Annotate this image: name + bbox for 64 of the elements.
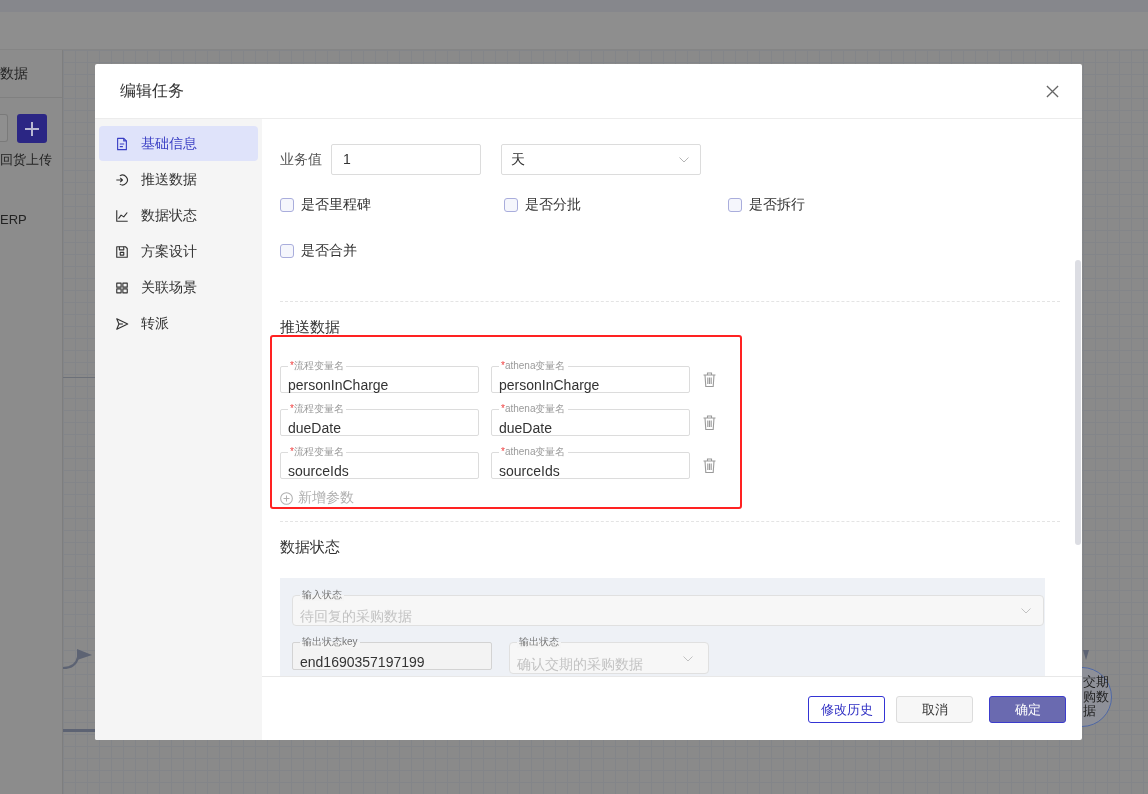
node-label: 据 bbox=[1083, 704, 1097, 719]
field-label: 输入状态 bbox=[300, 589, 344, 601]
checkbox-label[interactable]: 是否里程碑 bbox=[301, 196, 371, 214]
panel-title: 数据 bbox=[0, 50, 62, 98]
input-field[interactable]: *流程变量名 personInCharge bbox=[280, 360, 479, 393]
dialog-title: 编辑任务 bbox=[120, 80, 184, 101]
save-icon bbox=[115, 244, 129, 259]
nav-item[interactable]: 方案设计 bbox=[99, 234, 258, 269]
node-label: 购数 bbox=[1083, 689, 1109, 704]
cancel-button[interactable]: 取消 bbox=[896, 696, 973, 723]
section-heading: 数据状态 bbox=[280, 537, 341, 557]
node-label: 交期 bbox=[1083, 675, 1109, 690]
field-label: *流程变量名 bbox=[288, 360, 346, 372]
field-label: *流程变量名 bbox=[288, 403, 346, 415]
nav-item[interactable]: 基础信息 bbox=[99, 126, 258, 161]
field-label: *athena变量名 bbox=[499, 360, 568, 372]
checkbox[interactable] bbox=[728, 198, 742, 212]
input-field[interactable]: *流程变量名 dueDate bbox=[280, 403, 479, 436]
input-field[interactable]: *athena变量名 dueDate bbox=[491, 403, 690, 436]
field-label: *流程变量名 bbox=[288, 446, 346, 458]
connector-line bbox=[63, 729, 95, 732]
input-field[interactable]: 输出状态key end1690357197199 bbox=[292, 636, 492, 670]
field-label: *athena变量名 bbox=[499, 446, 568, 458]
checkbox[interactable] bbox=[504, 198, 518, 212]
input-field[interactable]: *athena变量名 sourceIds bbox=[491, 446, 690, 479]
enter-arrow-icon bbox=[115, 172, 129, 187]
field-label: 输出状态 bbox=[517, 636, 561, 648]
field-label: *athena变量名 bbox=[499, 403, 568, 415]
chevron-down-icon bbox=[679, 156, 689, 163]
input-field[interactable]: *athena变量名 personInCharge bbox=[491, 360, 690, 393]
unit-select[interactable]: 天 bbox=[501, 144, 701, 175]
checkbox-label[interactable]: 是否分批 bbox=[525, 196, 581, 214]
line-chart-icon bbox=[115, 208, 129, 223]
document-icon bbox=[115, 136, 129, 151]
plus-icon bbox=[25, 121, 39, 136]
checkbox[interactable] bbox=[280, 244, 294, 258]
nav-item[interactable]: 转派 bbox=[99, 306, 258, 341]
connector-arrow bbox=[63, 646, 93, 670]
grid-icon bbox=[115, 280, 129, 295]
close-icon[interactable] bbox=[1046, 84, 1059, 98]
checkbox-label[interactable]: 是否拆行 bbox=[749, 196, 805, 214]
nav-item[interactable]: 推送数据 bbox=[99, 162, 258, 197]
checkbox-label[interactable]: 是否合并 bbox=[301, 242, 357, 260]
field-label: 输出状态key bbox=[300, 636, 360, 648]
input-field[interactable]: 1 bbox=[331, 144, 481, 175]
nav-item[interactable]: 数据状态 bbox=[99, 198, 258, 233]
chevron-down-icon bbox=[1021, 608, 1031, 614]
chevron-down-icon bbox=[683, 656, 693, 662]
trash-icon[interactable] bbox=[703, 372, 716, 387]
trash-icon[interactable] bbox=[703, 415, 716, 430]
trash-icon[interactable] bbox=[703, 458, 716, 473]
confirm-button[interactable]: 确定 bbox=[989, 696, 1066, 723]
scrollbar-thumb[interactable] bbox=[1075, 260, 1081, 545]
add-button[interactable] bbox=[17, 114, 47, 143]
field-label: 业务值 bbox=[280, 150, 323, 169]
panel-item[interactable]: ERP bbox=[0, 211, 62, 229]
input-field[interactable]: *流程变量名 sourceIds bbox=[280, 446, 479, 479]
nav-item[interactable]: 关联场景 bbox=[99, 270, 258, 305]
panel-item[interactable]: 回货上传 bbox=[0, 151, 62, 169]
plus-circle-icon bbox=[280, 491, 293, 505]
send-icon bbox=[115, 316, 129, 331]
checkbox[interactable] bbox=[280, 198, 294, 212]
section-heading: 推送数据 bbox=[280, 317, 341, 337]
history-button[interactable]: 修改历史 bbox=[808, 696, 885, 723]
